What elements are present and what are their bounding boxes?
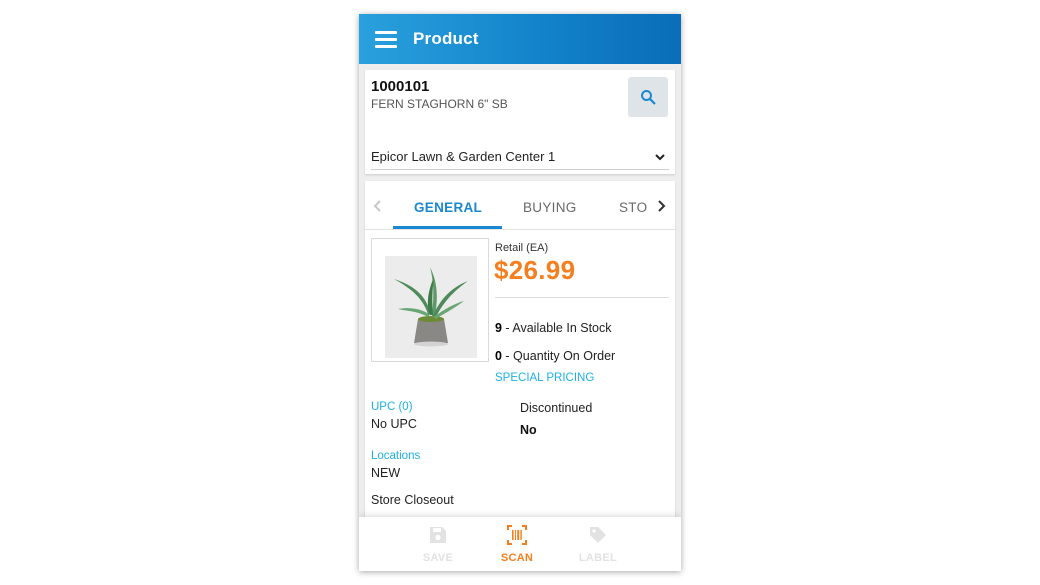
save-button[interactable]: SAVE (408, 517, 468, 571)
tag-icon (590, 527, 606, 543)
store-select[interactable]: Epicor Lawn & Garden Center 1 (371, 148, 669, 170)
menu-icon[interactable] (375, 31, 397, 48)
chevron-down-icon (655, 154, 665, 161)
product-detail-card: GENERAL BUYING STO Retail (EA) $26.99 9 … (365, 181, 675, 571)
label-button[interactable]: LABEL (568, 517, 628, 571)
discontinued-value: No (520, 423, 537, 437)
plant-icon (385, 256, 477, 358)
bottom-action-bar: SAVE SCAN LABEL (359, 517, 681, 571)
search-icon (641, 90, 656, 105)
save-icon (430, 527, 446, 543)
discontinued-label: Discontinued (520, 401, 593, 415)
tab-buying[interactable]: BUYING (523, 200, 577, 215)
mobile-app-screen: Product 1000101 FERN STAGHORN 6" SB Epic… (359, 14, 681, 571)
tab-bar: GENERAL BUYING STO (365, 181, 675, 230)
product-description: FERN STAGHORN 6" SB (371, 97, 508, 111)
active-tab-indicator (393, 226, 502, 229)
price-divider (495, 297, 669, 298)
product-header-card: 1000101 FERN STAGHORN 6" SB Epicor Lawn … (365, 70, 675, 174)
scan-button[interactable]: SCAN (487, 517, 547, 571)
store-closeout-label: Store Closeout (371, 493, 454, 507)
tab-stock[interactable]: STO (619, 200, 647, 215)
product-number: 1000101 (371, 78, 430, 95)
label-label: LABEL (578, 552, 618, 564)
chevron-right-icon[interactable] (656, 199, 666, 213)
chevron-left-icon[interactable] (373, 199, 383, 213)
upc-label[interactable]: UPC (0) (371, 401, 413, 413)
locations-label[interactable]: Locations (371, 450, 420, 462)
store-select-value: Epicor Lawn & Garden Center 1 (371, 149, 556, 164)
scan-label: SCAN (500, 552, 534, 564)
upc-value: No UPC (371, 417, 417, 431)
page-title: Product (413, 29, 479, 48)
retail-label: Retail (EA) (495, 242, 549, 254)
quantity-on-order: 0 - Quantity On Order (495, 349, 615, 363)
app-bar: Product (359, 14, 681, 64)
available-in-stock: 9 - Available In Stock (495, 321, 612, 335)
barcode-icon (507, 525, 527, 545)
special-pricing-link[interactable]: SPECIAL PRICING (495, 372, 594, 384)
product-image[interactable] (371, 238, 489, 362)
tab-general[interactable]: GENERAL (414, 200, 482, 215)
locations-value: NEW (371, 466, 401, 480)
search-button[interactable] (628, 77, 668, 117)
available-qty: 9 (495, 321, 502, 335)
retail-price: $26.99 (494, 255, 576, 285)
on-order-qty: 0 (495, 349, 502, 363)
on-order-label: - Quantity On Order (501, 349, 616, 363)
available-label: - Available In Stock (501, 321, 612, 335)
save-label: SAVE (422, 552, 454, 564)
